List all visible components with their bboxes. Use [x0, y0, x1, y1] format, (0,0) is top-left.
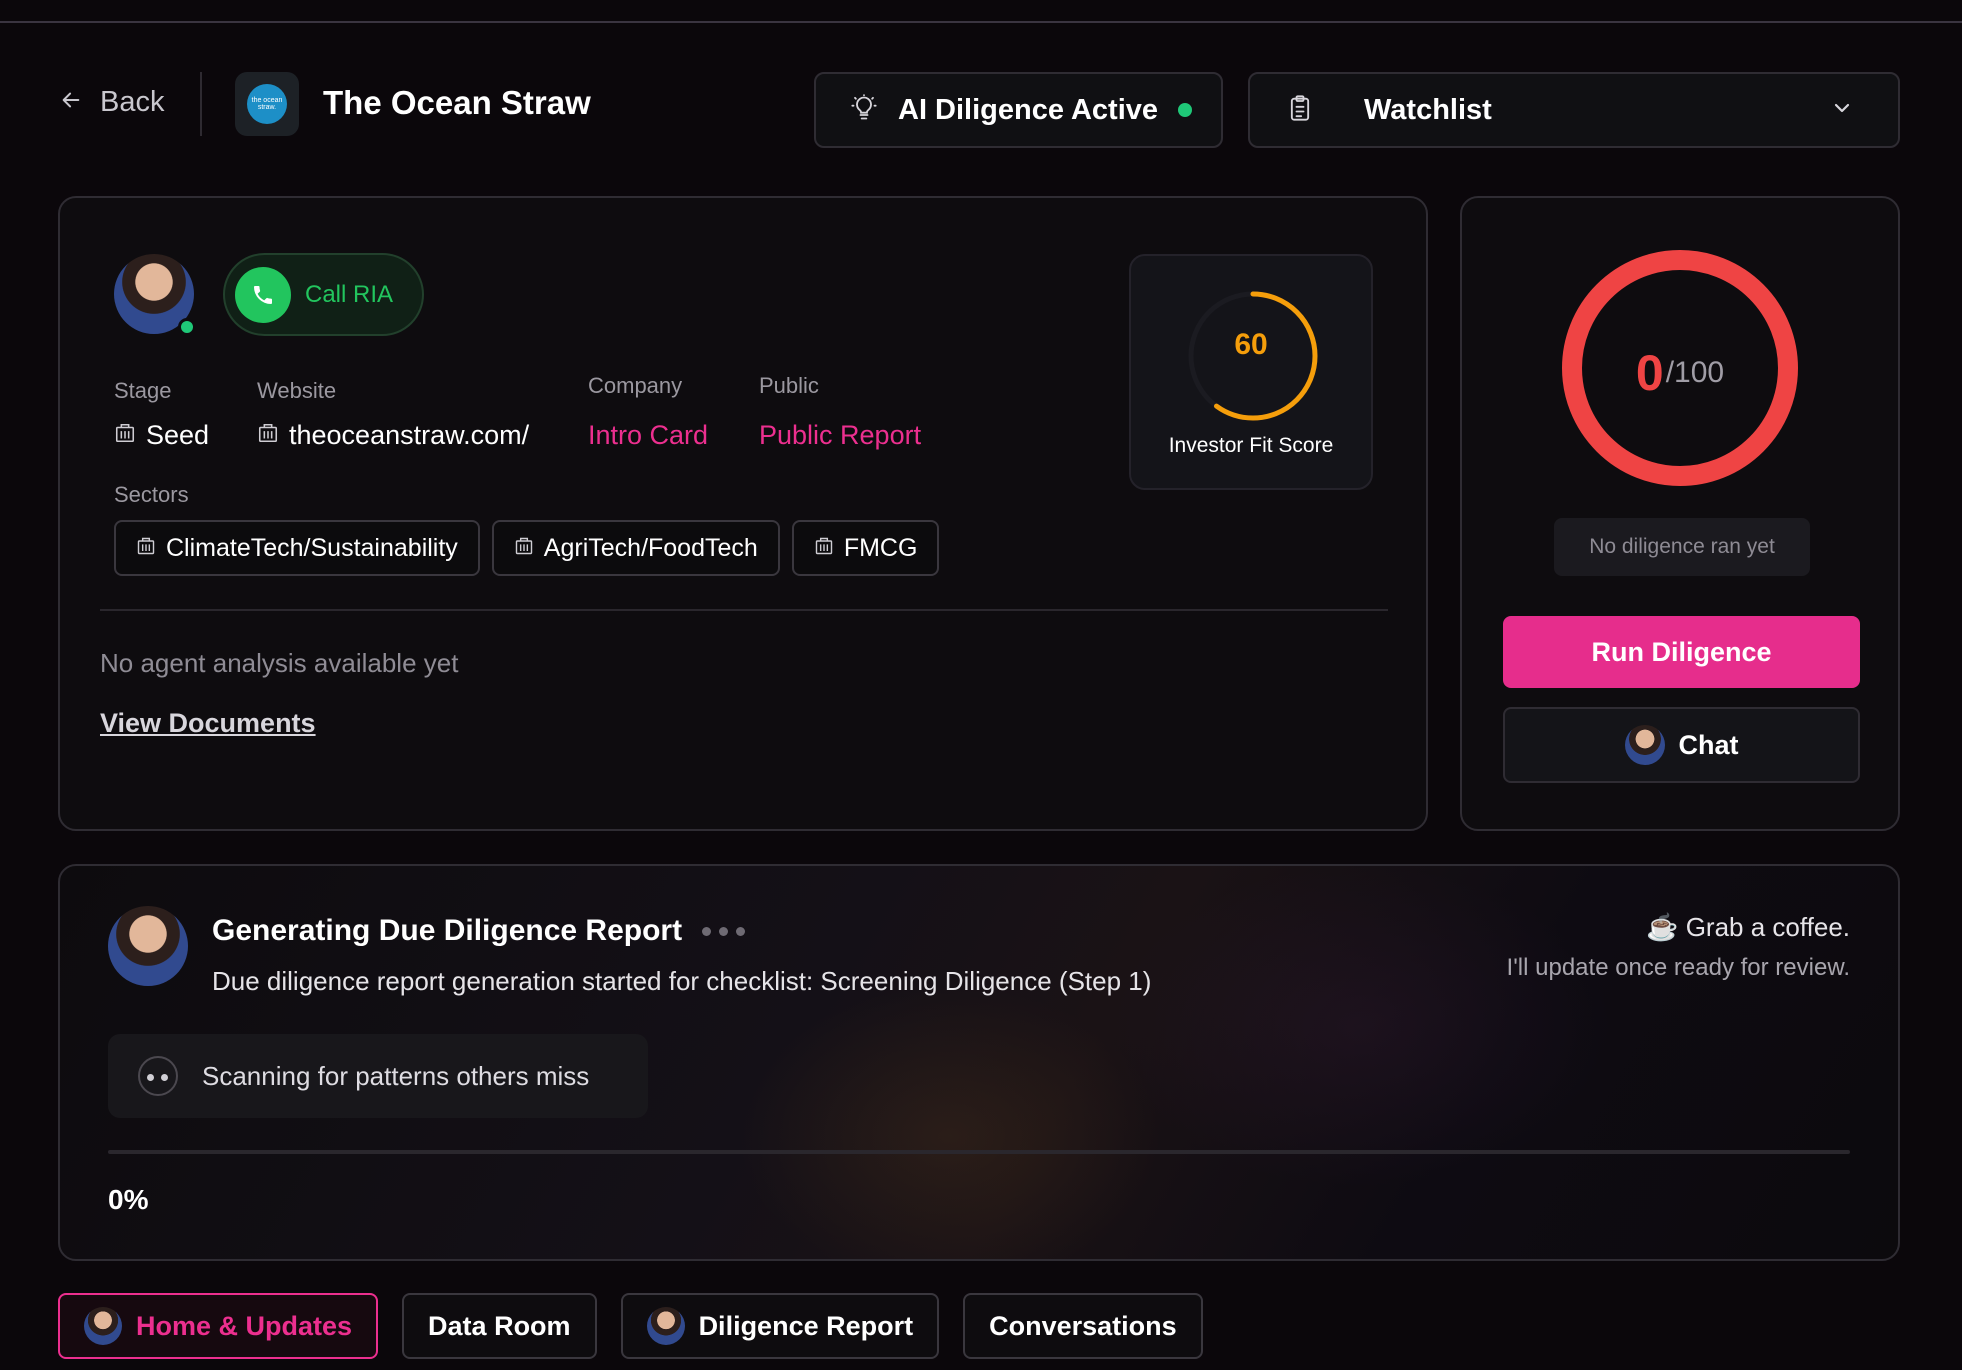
public-label: Public	[759, 373, 819, 398]
phone-icon	[235, 266, 291, 323]
company-logo-mark: the ocean straw.	[247, 84, 287, 124]
public-report-link[interactable]: Public Report	[759, 420, 921, 451]
sector-chips: ClimateTech/Sustainability AgriTech/Food…	[114, 520, 940, 576]
building-icon	[257, 420, 279, 451]
sector-chip[interactable]: FMCG	[791, 520, 940, 576]
background-glow	[740, 986, 1160, 1259]
building-icon	[514, 534, 534, 563]
sectors-label: Sectors	[114, 482, 189, 507]
company-profile-card: Call RIA Stage Seed Website theoceanstra…	[58, 196, 1428, 831]
update-note: I'll update once ready for review.	[1506, 954, 1850, 981]
scan-status: Scanning for patterns others miss	[108, 1034, 648, 1118]
scan-status-text: Scanning for patterns others miss	[202, 1060, 590, 1091]
arrow-left-icon	[60, 86, 82, 119]
call-ria-button[interactable]: Call RIA	[223, 253, 424, 336]
intro-card-link[interactable]: Intro Card	[588, 420, 708, 451]
website-text: theoceanstraw.com/	[289, 420, 530, 450]
investor-fit-label: Investor Fit Score	[1168, 434, 1334, 457]
report-title: Generating Due Diligence Report	[212, 914, 746, 948]
investor-fit-value: 60	[1234, 328, 1268, 361]
tab-bar: Home & Updates Data Room Diligence Repor…	[58, 1293, 1203, 1359]
ai-diligence-label: AI Diligence Active	[898, 93, 1159, 126]
report-generation-card: Generating Due Diligence Report Due dili…	[58, 864, 1900, 1261]
clipboard-icon	[1286, 93, 1314, 128]
building-icon	[814, 534, 834, 563]
call-ria-label: Call RIA	[305, 280, 394, 308]
agent-avatar	[1624, 725, 1665, 765]
coffee-message: ☕ Grab a coffee.	[1646, 912, 1850, 942]
agent-avatar	[646, 1307, 685, 1345]
active-status-dot	[1178, 103, 1193, 117]
top-divider	[0, 21, 1962, 23]
lightbulb-icon	[850, 93, 878, 127]
ai-diligence-status[interactable]: AI Diligence Active	[814, 72, 1223, 148]
chat-button[interactable]: Chat	[1503, 707, 1860, 783]
chat-label: Chat	[1678, 729, 1739, 760]
diligence-score-max: /100	[1665, 356, 1725, 389]
tab-home-updates[interactable]: Home & Updates	[58, 1293, 379, 1359]
sector-chip-label: FMCG	[843, 533, 918, 562]
online-indicator	[178, 318, 196, 336]
tab-label: Data Room	[428, 1310, 571, 1341]
report-title-text: Generating Due Diligence Report	[212, 914, 683, 947]
watchlist-dropdown[interactable]: Watchlist	[1248, 72, 1900, 148]
loading-dots-icon	[702, 926, 746, 936]
diligence-status-badge: No diligence ran yet	[1554, 518, 1810, 576]
tab-data-room[interactable]: Data Room	[402, 1293, 597, 1359]
back-button[interactable]: Back	[60, 86, 164, 119]
no-analysis-text: No agent analysis available yet	[100, 648, 459, 678]
stage-text: Seed	[146, 420, 210, 450]
building-icon	[114, 420, 136, 451]
company-title: The Ocean Straw	[323, 84, 591, 121]
run-diligence-button[interactable]: Run Diligence	[1503, 616, 1860, 688]
sector-chip-label: AgriTech/FoodTech	[543, 533, 758, 562]
section-divider	[100, 609, 1388, 611]
sector-chip-label: ClimateTech/Sustainability	[166, 533, 458, 562]
watchlist-label: Watchlist	[1364, 93, 1492, 126]
header-separator	[200, 72, 202, 136]
chevron-down-icon	[1830, 96, 1854, 125]
company-logo: the ocean straw.	[235, 72, 299, 136]
agent-avatar	[84, 1307, 122, 1345]
company-label: Company	[588, 373, 683, 398]
agent-avatar	[108, 906, 188, 986]
eyes-icon	[138, 1056, 178, 1096]
website-link[interactable]: theoceanstraw.com/	[257, 420, 529, 451]
back-label: Back	[100, 86, 165, 118]
investor-fit-score-card: 60 Investor Fit Score	[1129, 254, 1373, 490]
diligence-score-readout: 0 /100	[1558, 246, 1802, 490]
tab-diligence-report[interactable]: Diligence Report	[620, 1293, 940, 1359]
sector-chip[interactable]: ClimateTech/Sustainability	[114, 520, 480, 576]
website-label: Website	[257, 378, 337, 403]
stage-value: Seed	[114, 420, 209, 451]
background-glow	[1110, 866, 1610, 1186]
view-documents-link[interactable]: View Documents	[100, 708, 316, 739]
stage-label: Stage	[114, 378, 172, 403]
diligence-score-card: 0 /100 No diligence ran yet Run Diligenc…	[1460, 196, 1900, 831]
tab-label: Home & Updates	[136, 1310, 353, 1341]
tab-label: Diligence Report	[698, 1310, 914, 1341]
tab-conversations[interactable]: Conversations	[963, 1293, 1203, 1359]
tab-label: Conversations	[989, 1310, 1177, 1341]
report-subtitle: Due diligence report generation started …	[212, 966, 1152, 996]
progress-bar	[108, 1150, 1850, 1154]
diligence-score-value: 0	[1635, 345, 1664, 401]
building-icon	[136, 534, 156, 563]
progress-percent: 0%	[108, 1184, 149, 1215]
sector-chip[interactable]: AgriTech/FoodTech	[491, 520, 780, 576]
